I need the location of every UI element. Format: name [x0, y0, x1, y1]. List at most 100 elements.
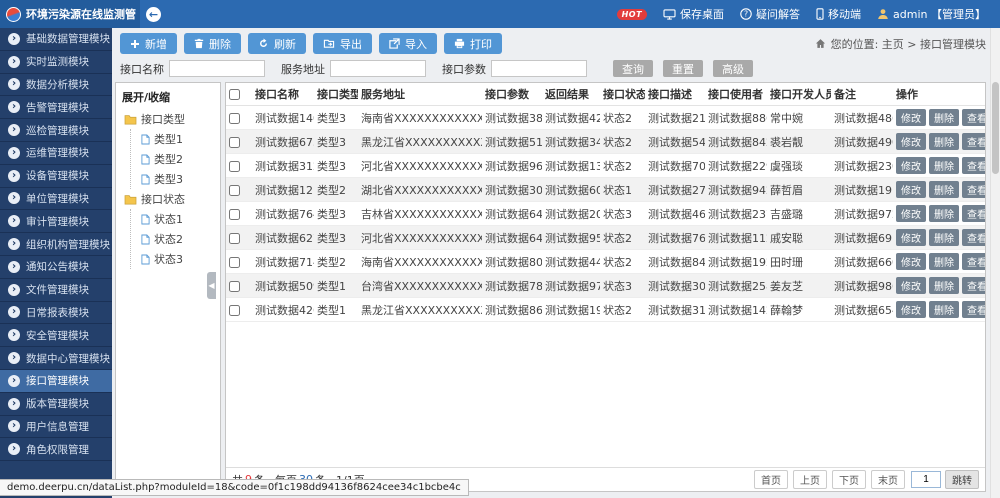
- sidebar-item-15[interactable]: ›数据中心管理模块: [0, 347, 112, 370]
- delete-row-button[interactable]: 删除: [929, 205, 959, 222]
- row-checkbox[interactable]: [229, 257, 240, 268]
- page-jump-input[interactable]: [911, 471, 941, 488]
- delete-row-button[interactable]: 删除: [929, 157, 959, 174]
- add-button[interactable]: 新增: [120, 33, 177, 54]
- sidebar-item-5[interactable]: ›巡检管理模块: [0, 119, 112, 142]
- query-button[interactable]: 查询: [613, 60, 653, 77]
- column-header[interactable]: 接口使用者: [705, 83, 767, 106]
- view-button[interactable]: 查看: [962, 301, 985, 318]
- column-header[interactable]: 接口名称: [252, 83, 314, 106]
- sidebar-item-19[interactable]: ›角色权限管理: [0, 438, 112, 461]
- row-checkbox[interactable]: [229, 185, 240, 196]
- first-page-button[interactable]: 首页: [754, 470, 788, 489]
- sidebar-item-6[interactable]: ›运维管理模块: [0, 142, 112, 165]
- view-button[interactable]: 查看: [962, 253, 985, 270]
- tree-leaf-1-1[interactable]: 类型1: [131, 129, 220, 149]
- edit-button[interactable]: 修改: [896, 301, 926, 318]
- view-button[interactable]: 查看: [962, 109, 985, 126]
- scrollbar-thumb[interactable]: [992, 82, 999, 174]
- sidebar-item-1[interactable]: ›基础数据管理模块: [0, 28, 112, 51]
- edit-button[interactable]: 修改: [896, 157, 926, 174]
- sidebar-item-14[interactable]: ›安全管理模块: [0, 324, 112, 347]
- sidebar-item-16[interactable]: ›接口管理模块: [0, 370, 112, 393]
- row-checkbox[interactable]: [229, 137, 240, 148]
- delete-row-button[interactable]: 删除: [929, 253, 959, 270]
- row-checkbox[interactable]: [229, 305, 240, 316]
- column-header[interactable]: 接口开发人员: [767, 83, 831, 106]
- delete-row-button[interactable]: 删除: [929, 277, 959, 294]
- sidebar-item-8[interactable]: ›单位管理模块: [0, 188, 112, 211]
- delete-row-button[interactable]: 删除: [929, 133, 959, 150]
- edit-button[interactable]: 修改: [896, 109, 926, 126]
- delete-row-button[interactable]: 删除: [929, 109, 959, 126]
- tree-header[interactable]: 展开/收缩: [116, 83, 220, 109]
- view-button[interactable]: 查看: [962, 205, 985, 222]
- delete-row-button[interactable]: 删除: [929, 301, 959, 318]
- back-arrow-icon[interactable]: ←: [146, 7, 161, 22]
- delete-row-button[interactable]: 删除: [929, 229, 959, 246]
- tree-leaf-1-2[interactable]: 类型2: [131, 149, 220, 169]
- view-button[interactable]: 查看: [962, 157, 985, 174]
- row-checkbox[interactable]: [229, 209, 240, 220]
- column-header[interactable]: 服务地址: [358, 83, 482, 106]
- sidebar-item-18[interactable]: ›用户信息管理: [0, 416, 112, 439]
- row-checkbox[interactable]: [229, 281, 240, 292]
- sidebar-item-13[interactable]: ›日常报表模块: [0, 302, 112, 325]
- column-header[interactable]: 返回结果: [542, 83, 600, 106]
- refresh-button[interactable]: 刷新: [248, 33, 306, 54]
- interface-param-input[interactable]: [491, 60, 587, 77]
- view-button[interactable]: 查看: [962, 229, 985, 246]
- export-button[interactable]: 导出: [313, 33, 372, 54]
- column-header[interactable]: 备注: [831, 83, 893, 106]
- row-checkbox[interactable]: [229, 233, 240, 244]
- view-button[interactable]: 查看: [962, 181, 985, 198]
- header-menu-item-1[interactable]: ?疑问解答: [740, 6, 800, 22]
- sidebar-item-11[interactable]: ›通知公告模块: [0, 256, 112, 279]
- column-header[interactable]: 接口参数: [482, 83, 542, 106]
- tree-leaf-2-1[interactable]: 状态1: [131, 209, 220, 229]
- sidebar-item-9[interactable]: ›审计管理模块: [0, 210, 112, 233]
- tree-leaf-2-2[interactable]: 状态2: [131, 229, 220, 249]
- header-menu-item-0[interactable]: 保存桌面: [663, 6, 724, 22]
- column-header[interactable]: 操作: [893, 83, 985, 106]
- tree-leaf-1-3[interactable]: 类型3: [131, 169, 220, 189]
- interface-name-input[interactable]: [169, 60, 265, 77]
- select-all-checkbox[interactable]: [229, 89, 240, 100]
- tree-group-1[interactable]: 接口类型: [116, 109, 220, 129]
- print-button[interactable]: 打印: [444, 33, 502, 54]
- view-button[interactable]: 查看: [962, 133, 985, 150]
- edit-button[interactable]: 修改: [896, 205, 926, 222]
- next-page-button[interactable]: 下页: [832, 470, 866, 489]
- row-checkbox[interactable]: [229, 161, 240, 172]
- import-button[interactable]: 导入: [379, 33, 437, 54]
- sidebar-item-4[interactable]: ›告警管理模块: [0, 96, 112, 119]
- tree-collapse-handle[interactable]: ◀: [207, 272, 216, 299]
- edit-button[interactable]: 修改: [896, 229, 926, 246]
- service-address-input[interactable]: [330, 60, 426, 77]
- column-header[interactable]: 接口状态: [600, 83, 645, 106]
- sidebar-item-12[interactable]: ›文件管理模块: [0, 279, 112, 302]
- delete-button[interactable]: 删除: [184, 33, 241, 54]
- tree-group-2[interactable]: 接口状态: [116, 189, 220, 209]
- view-button[interactable]: 查看: [962, 277, 985, 294]
- delete-row-button[interactable]: 删除: [929, 181, 959, 198]
- edit-button[interactable]: 修改: [896, 277, 926, 294]
- tree-leaf-2-3[interactable]: 状态3: [131, 249, 220, 269]
- edit-button[interactable]: 修改: [896, 181, 926, 198]
- page-jump-button[interactable]: 跳转: [945, 470, 979, 489]
- header-menu-item-3[interactable]: admin 【管理员】: [877, 6, 986, 22]
- header-menu-item-2[interactable]: 移动端: [816, 6, 861, 22]
- reset-button[interactable]: 重置: [663, 60, 703, 77]
- vertical-scrollbar[interactable]: [990, 28, 1000, 498]
- sidebar-item-17[interactable]: ›版本管理模块: [0, 393, 112, 416]
- edit-button[interactable]: 修改: [896, 253, 926, 270]
- advanced-button[interactable]: 高级: [713, 60, 753, 77]
- column-header[interactable]: 接口描述: [645, 83, 705, 106]
- column-header[interactable]: 接口类型: [314, 83, 358, 106]
- last-page-button[interactable]: 末页: [871, 470, 905, 489]
- row-checkbox[interactable]: [229, 113, 240, 124]
- sidebar-item-7[interactable]: ›设备管理模块: [0, 165, 112, 188]
- edit-button[interactable]: 修改: [896, 133, 926, 150]
- sidebar-item-3[interactable]: ›数据分析模块: [0, 74, 112, 97]
- sidebar-item-2[interactable]: ›实时监测模块: [0, 51, 112, 74]
